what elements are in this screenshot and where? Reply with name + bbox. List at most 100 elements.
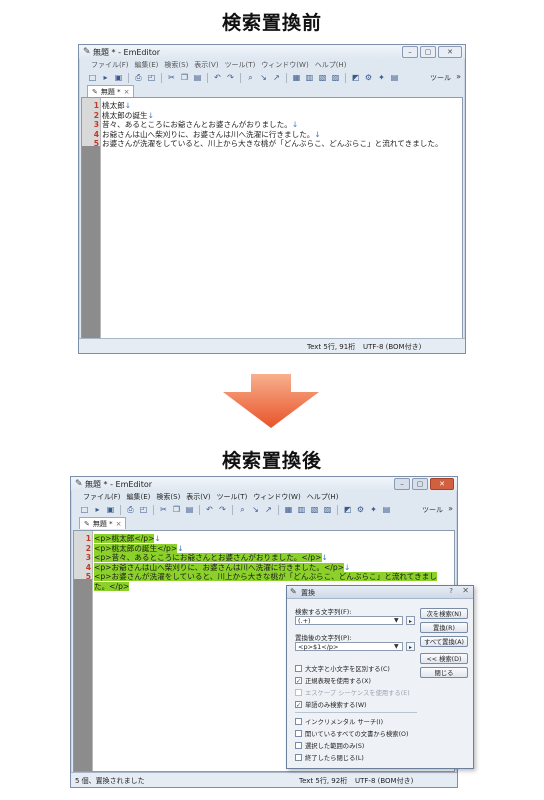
menu-edit[interactable]: 編集(E)	[127, 492, 151, 502]
tile-icon[interactable]: ▨	[322, 504, 333, 515]
print-icon[interactable]: ⎙	[125, 504, 136, 515]
menu-tools[interactable]: ツール(T)	[217, 492, 248, 502]
print-preview-icon[interactable]: ◰	[138, 504, 149, 515]
titlebar[interactable]: ✎ 無題 * - EmEditor – ▢ ✕	[71, 477, 457, 491]
maximize-button[interactable]: ▢	[412, 478, 428, 490]
find-menu-button[interactable]: ▸	[406, 616, 415, 625]
find-prev-icon[interactable]: ↗	[271, 72, 282, 83]
save-icon[interactable]: ▣	[105, 504, 116, 515]
status-encoding[interactable]: UTF-8 (BOM付き)	[363, 342, 421, 352]
find-next-button[interactable]: 次を検索(N)	[420, 608, 468, 619]
settings-icon[interactable]: ⚙	[363, 72, 374, 83]
close-icon[interactable]: ✕	[462, 586, 469, 595]
find-next-icon[interactable]: ↘	[250, 504, 261, 515]
open-folder-icon[interactable]: ▸	[100, 72, 111, 83]
close-button[interactable]: 閉じる	[420, 667, 468, 678]
close-button[interactable]: ✕	[430, 478, 454, 490]
chevron-icon[interactable]: »	[448, 504, 453, 513]
window-icon[interactable]: ▧	[317, 72, 328, 83]
menu-file[interactable]: ファイル(F)	[83, 492, 121, 502]
replace-button[interactable]: 置換(R)	[420, 622, 468, 633]
menu-file[interactable]: ファイル(F)	[91, 60, 129, 70]
option-close-when-done[interactable]: 終了したら閉じる(L)	[295, 753, 364, 762]
find-input[interactable]: (.+)	[295, 616, 403, 625]
option-regex[interactable]: ✓ 正規表現を使用する(X)	[295, 676, 371, 685]
option-incremental-search[interactable]: インクリメンタル サーチ(I)	[295, 717, 383, 726]
minimize-button[interactable]: –	[402, 46, 418, 58]
line-text: お婆さんが洗濯をしていると、川上から大きな桃が「どんぶらこ、どんぶらこ」と流れて…	[102, 139, 443, 149]
document-tab[interactable]: ✎ 無題 * ×	[87, 85, 135, 97]
window-title: 無題 * - EmEditor	[85, 480, 153, 489]
document-tab[interactable]: ✎ 無題 * ×	[79, 517, 127, 529]
maximize-button[interactable]: ▢	[420, 46, 436, 58]
copy-icon[interactable]: ❐	[179, 72, 190, 83]
replace-menu-button[interactable]: ▸	[406, 642, 415, 651]
customize-icon[interactable]: ✦	[368, 504, 379, 515]
status-encoding[interactable]: UTF-8 (BOM付き)	[355, 776, 413, 786]
paste-icon[interactable]: ▤	[184, 504, 195, 515]
menu-help[interactable]: ヘルプ(H)	[315, 60, 347, 70]
split-icon[interactable]: ▥	[304, 72, 315, 83]
chevron-icon[interactable]: »	[456, 72, 461, 81]
minimize-button[interactable]: –	[394, 478, 410, 490]
find-prev-icon[interactable]: ↗	[263, 504, 274, 515]
find-icon[interactable]: ⌕	[245, 72, 256, 83]
chevron-down-icon[interactable]: ▼	[394, 617, 399, 624]
menu-help[interactable]: ヘルプ(H)	[307, 492, 339, 502]
tile-icon[interactable]: ▨	[330, 72, 341, 83]
cut-icon[interactable]: ✂	[158, 504, 169, 515]
print-preview-icon[interactable]: ◰	[146, 72, 157, 83]
new-file-icon[interactable]: □	[87, 72, 98, 83]
copy-icon[interactable]: ❐	[171, 504, 182, 515]
menu-search[interactable]: 検索(S)	[164, 60, 188, 70]
titlebar[interactable]: ✎ 無題 * - EmEditor – ▢ ✕	[79, 45, 465, 59]
new-file-icon[interactable]: □	[79, 504, 90, 515]
undo-icon[interactable]: ↶	[204, 504, 215, 515]
config-icon[interactable]: ◩	[342, 504, 353, 515]
checkbox	[295, 754, 302, 761]
menu-search[interactable]: 検索(S)	[156, 492, 180, 502]
macro-icon[interactable]: ▤	[381, 504, 392, 515]
save-icon[interactable]: ▣	[113, 72, 124, 83]
print-icon[interactable]: ⎙	[133, 72, 144, 83]
settings-icon[interactable]: ⚙	[355, 504, 366, 515]
menu-tools[interactable]: ツール(T)	[225, 60, 256, 70]
split-icon[interactable]: ▥	[296, 504, 307, 515]
find-icon[interactable]: ⌕	[237, 504, 248, 515]
open-folder-icon[interactable]: ▸	[92, 504, 103, 515]
macro-icon[interactable]: ▤	[389, 72, 400, 83]
config-icon[interactable]: ◩	[350, 72, 361, 83]
help-icon[interactable]: ?	[449, 587, 453, 595]
cut-icon[interactable]: ✂	[166, 72, 177, 83]
newline-mark-icon: ↓	[291, 120, 299, 130]
menu-view[interactable]: 表示(V)	[194, 60, 218, 70]
layout-icon[interactable]: ▦	[283, 504, 294, 515]
find-next-icon[interactable]: ↘	[258, 72, 269, 83]
customize-icon[interactable]: ✦	[376, 72, 387, 83]
undo-icon[interactable]: ↶	[212, 72, 223, 83]
menu-window[interactable]: ウィンドウ(W)	[261, 60, 308, 70]
dialog-titlebar[interactable]: ✎ 置換 ? ✕	[287, 586, 473, 599]
close-button[interactable]: ✕	[438, 46, 462, 58]
paste-icon[interactable]: ▤	[192, 72, 203, 83]
option-whole-word[interactable]: ✓ 単語のみ検索する(W)	[295, 700, 367, 709]
chevron-down-icon[interactable]: ▼	[394, 643, 399, 650]
tab-close-icon[interactable]: ×	[116, 520, 122, 528]
layout-icon[interactable]: ▦	[291, 72, 302, 83]
tools-label[interactable]: ツール	[430, 73, 451, 83]
tab-close-icon[interactable]: ×	[124, 88, 130, 96]
menu-window[interactable]: ウィンドウ(W)	[253, 492, 300, 502]
redo-icon[interactable]: ↷	[217, 504, 228, 515]
find-collapse-button[interactable]: << 検索(D)	[420, 653, 468, 664]
option-match-case[interactable]: 大文字と小文字を区別する(C)	[295, 664, 390, 673]
redo-icon[interactable]: ↷	[225, 72, 236, 83]
replace-input[interactable]: <p>$1</p>	[295, 642, 403, 651]
replace-all-button[interactable]: すべて置換(A)	[420, 636, 468, 647]
tools-label[interactable]: ツール	[422, 505, 443, 515]
window-icon[interactable]: ▧	[309, 504, 320, 515]
menu-edit[interactable]: 編集(E)	[135, 60, 159, 70]
option-all-documents[interactable]: 開いているすべての文書から検索(O)	[295, 729, 408, 738]
menu-view[interactable]: 表示(V)	[186, 492, 210, 502]
option-selection-only[interactable]: 選択した範囲のみ(S)	[295, 741, 364, 750]
text-editor[interactable]: 1 桃太郎↓ 2 桃太郎の誕生↓ 3 昔々、あるところにお爺さんとお婆さんがおりました…	[81, 97, 463, 339]
